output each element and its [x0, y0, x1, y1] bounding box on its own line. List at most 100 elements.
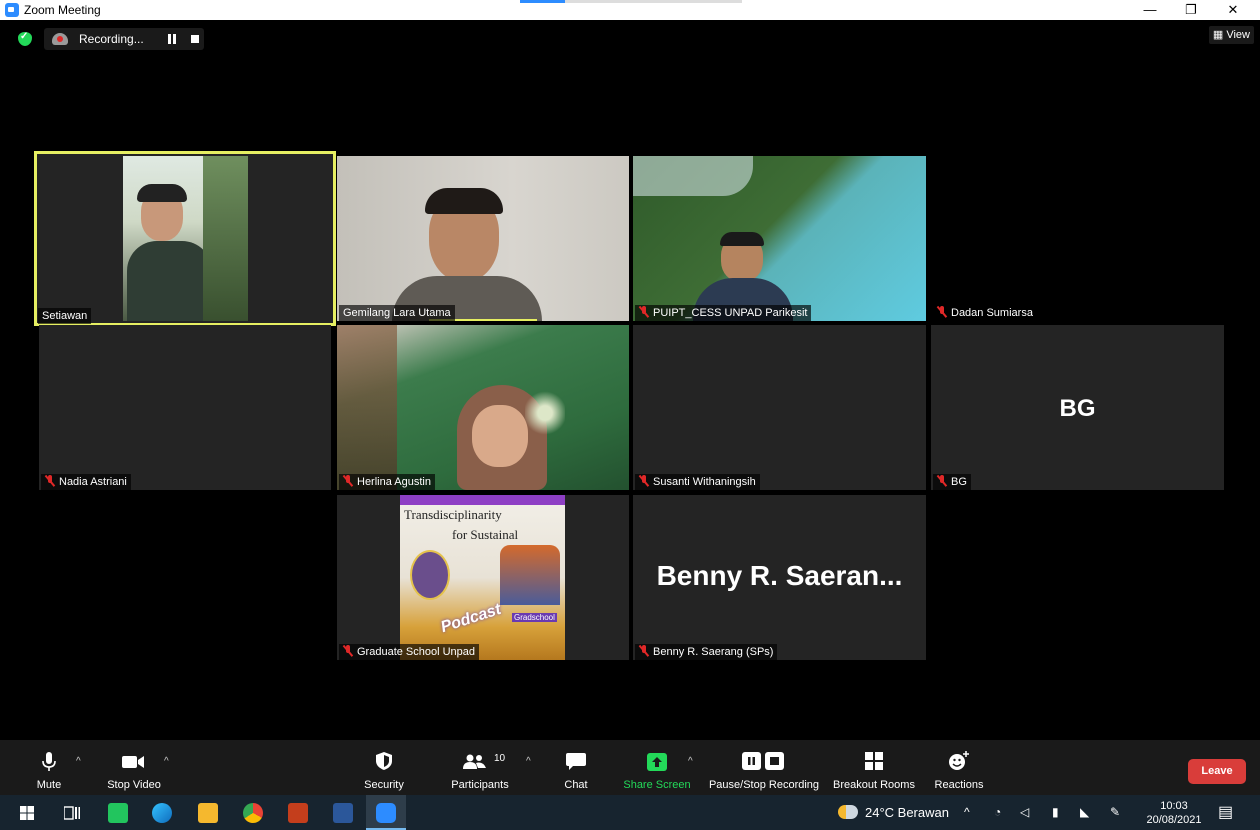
reactions-button[interactable]: Reactions: [930, 740, 988, 795]
video-tile-dadan[interactable]: Dadan Sumiarsa: [931, 156, 1224, 321]
weather-cloudy-icon[interactable]: [838, 805, 858, 819]
participant-video: [633, 156, 926, 321]
window-titlebar: Zoom Meeting — ❐ ✕: [0, 0, 1260, 20]
participant-name: Herlina Agustin: [339, 474, 435, 490]
video-tile-puipt-cess[interactable]: PUIPT_CESS UNPAD Parikesit: [633, 156, 926, 321]
video-tile-susanti[interactable]: Susanti Withaningsih: [633, 325, 926, 490]
video-options-caret-icon[interactable]: ^: [164, 756, 169, 767]
windows-taskbar: 24°C Berawan ^ ◔ ◁ ▮ ◣ ✎ 10:03 20/08/202…: [0, 795, 1260, 830]
share-screen-button[interactable]: Share Screen: [622, 740, 692, 795]
task-view-icon[interactable]: [64, 805, 80, 821]
powerpoint-icon[interactable]: [288, 803, 308, 823]
microphone-icon: [42, 752, 56, 771]
breakout-rooms-button[interactable]: Breakout Rooms: [828, 740, 920, 795]
participants-label: Participants: [451, 779, 509, 791]
window-title: Zoom Meeting: [24, 3, 101, 17]
participant-video: [123, 156, 248, 321]
view-label: View: [1226, 29, 1250, 41]
muted-mic-icon: [343, 475, 353, 487]
participant-name: Gemilang Lara Utama: [339, 305, 455, 321]
zoom-taskbar-item[interactable]: [366, 795, 406, 830]
close-button[interactable]: ✕: [1220, 1, 1246, 19]
reactions-label: Reactions: [934, 779, 984, 791]
poster-subtitle: for Sustainal: [452, 527, 519, 542]
recording-indicator: Recording...: [44, 28, 204, 50]
video-tile-graduate-school[interactable]: Transdisciplinarity for Sustainal Podcas…: [337, 495, 629, 660]
muted-mic-icon: [639, 306, 649, 318]
share-screen-icon: [647, 753, 667, 771]
show-hidden-icons-icon[interactable]: ^: [964, 795, 970, 830]
pause-stop-recording-button[interactable]: Pause/Stop Recording: [708, 740, 820, 795]
stop-recording-icon[interactable]: [191, 35, 199, 43]
muted-mic-icon: [45, 475, 55, 487]
zoom-app-icon: [5, 3, 19, 17]
meet-now-icon[interactable]: ◣: [1080, 795, 1089, 830]
breakout-rooms-icon: [865, 752, 883, 770]
video-tile-nadia[interactable]: Nadia Astriani: [39, 325, 331, 490]
participants-options-caret-icon[interactable]: ^: [526, 756, 531, 767]
clock[interactable]: 10:03 20/08/2021: [1143, 799, 1205, 827]
leave-button[interactable]: Leave: [1188, 759, 1246, 784]
windows-start-icon[interactable]: [20, 806, 34, 820]
clock-date: 20/08/2021: [1146, 814, 1202, 826]
stop-video-button[interactable]: Stop Video: [102, 740, 166, 795]
pause-stop-recording-label: Pause/Stop Recording: [708, 779, 820, 791]
pause-recording-icon[interactable]: [167, 34, 177, 44]
share-screen-label: Share Screen: [623, 779, 691, 791]
weather-text[interactable]: 24°C Berawan: [865, 795, 949, 830]
share-options-caret-icon[interactable]: ^: [688, 756, 693, 767]
share-indicator-tab[interactable]: [520, 0, 742, 3]
microphone-tray-icon[interactable]: ▮: [1052, 795, 1059, 830]
participant-name: Benny R. Saerang (SPs): [635, 644, 778, 660]
muted-mic-icon: [639, 475, 649, 487]
edge-browser-icon[interactable]: [152, 803, 172, 823]
chat-label: Chat: [564, 779, 588, 791]
chrome-browser-icon[interactable]: [243, 803, 263, 823]
recording-label: Recording...: [79, 32, 144, 46]
video-tile-benny[interactable]: Benny R. Saeran... Benny R. Saerang (SPs…: [633, 495, 926, 660]
participants-count: 10: [494, 753, 506, 764]
pause-stop-icon: [742, 752, 784, 770]
shield-icon: [376, 752, 392, 770]
muted-mic-icon: [639, 645, 649, 657]
file-explorer-icon[interactable]: [198, 803, 218, 823]
video-tile-herlina[interactable]: Herlina Agustin: [337, 325, 629, 490]
grid-icon: ▦: [1212, 29, 1227, 41]
participant-video: [337, 325, 629, 490]
video-tile-bg[interactable]: BG BG: [931, 325, 1224, 490]
video-camera-icon: [122, 756, 144, 768]
muted-mic-icon: [937, 475, 947, 487]
view-button[interactable]: ▦ View: [1208, 26, 1254, 44]
word-icon[interactable]: [333, 803, 353, 823]
network-icon[interactable]: ◔: [994, 795, 1001, 830]
mute-label: Mute: [36, 779, 62, 791]
speaker-volume-icon[interactable]: ◁: [1020, 795, 1029, 830]
chat-button[interactable]: Chat: [556, 740, 596, 795]
participants-button[interactable]: 10 Participants: [445, 740, 515, 795]
participant-name: PUIPT_CESS UNPAD Parikesit: [635, 305, 812, 321]
pen-icon[interactable]: ✎: [1110, 795, 1120, 830]
chat-bubble-icon: [566, 753, 586, 770]
notifications-icon[interactable]: ▤: [1218, 795, 1233, 830]
audio-options-caret-icon[interactable]: ^: [76, 756, 81, 767]
muted-mic-icon: [343, 645, 353, 657]
participant-name: Nadia Astriani: [41, 474, 131, 490]
participant-name: Graduate School Unpad: [339, 644, 480, 660]
maximize-button[interactable]: ❐: [1178, 1, 1204, 19]
participant-name: BG: [933, 474, 971, 490]
poster-title: Transdisciplinarity: [404, 507, 502, 522]
meeting-toolbar: Mute ^ Stop Video ^ Security 10 Particip…: [0, 740, 1260, 795]
participant-video: [337, 156, 629, 321]
smiley-plus-icon: [949, 751, 969, 770]
mute-button[interactable]: Mute: [28, 740, 70, 795]
participant-initials: BG: [1059, 395, 1096, 422]
video-tile-setiawan[interactable]: Setiawan: [34, 151, 336, 326]
security-button[interactable]: Security: [356, 740, 412, 795]
minimize-button[interactable]: —: [1137, 1, 1163, 19]
stop-video-label: Stop Video: [107, 779, 161, 791]
video-tile-gemilang[interactable]: Gemilang Lara Utama: [337, 156, 629, 321]
muted-mic-icon: [937, 306, 947, 318]
participant-name: Susanti Withaningsih: [635, 474, 760, 490]
participant-name: Dadan Sumiarsa: [933, 305, 1037, 321]
phone-app-icon[interactable]: [108, 803, 128, 823]
